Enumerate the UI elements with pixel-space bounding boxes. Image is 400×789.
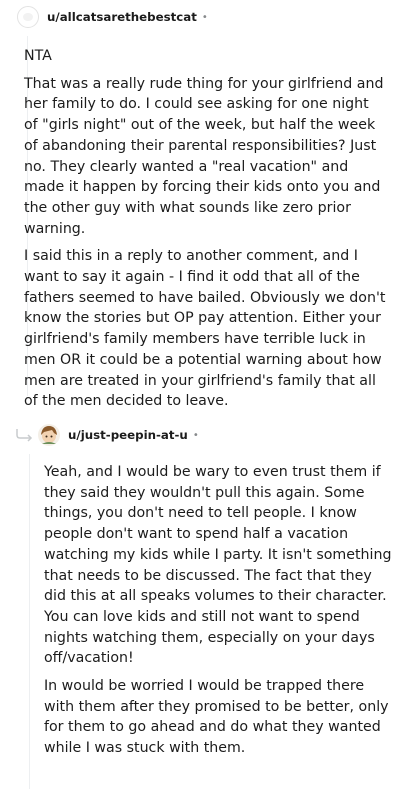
comment-allcatsarethebestcat: u/allcatsarethebestcat • NTA That was a … — [0, 6, 400, 409]
comment-paragraph: I said this in a reply to another commen… — [24, 248, 386, 410]
comment-body: Yeah, and I would be wary to even trust … — [44, 462, 394, 766]
thread-line[interactable] — [29, 454, 30, 789]
comment-body: NTA That was a really rude thing for you… — [24, 46, 386, 419]
username[interactable]: u/allcatsarethebestcat — [47, 10, 197, 24]
comment-paragraph: That was a really rude thing for your gi… — [24, 75, 384, 237]
separator-dot: • — [192, 429, 199, 441]
comment-header: u/allcatsarethebestcat • — [0, 6, 400, 28]
comment-paragraph: Yeah, and I would be wary to even trust … — [44, 464, 392, 667]
comment-paragraph: In would be worried I would be trapped t… — [44, 678, 389, 757]
avatar[interactable] — [38, 424, 60, 446]
username[interactable]: u/just-peepin-at-u — [68, 428, 188, 442]
avatar[interactable] — [17, 6, 39, 28]
reply-arrow-icon — [16, 429, 33, 442]
separator-dot: • — [201, 11, 208, 23]
comment-paragraph: NTA — [24, 48, 52, 64]
comment-header: u/just-peepin-at-u • — [38, 424, 199, 446]
